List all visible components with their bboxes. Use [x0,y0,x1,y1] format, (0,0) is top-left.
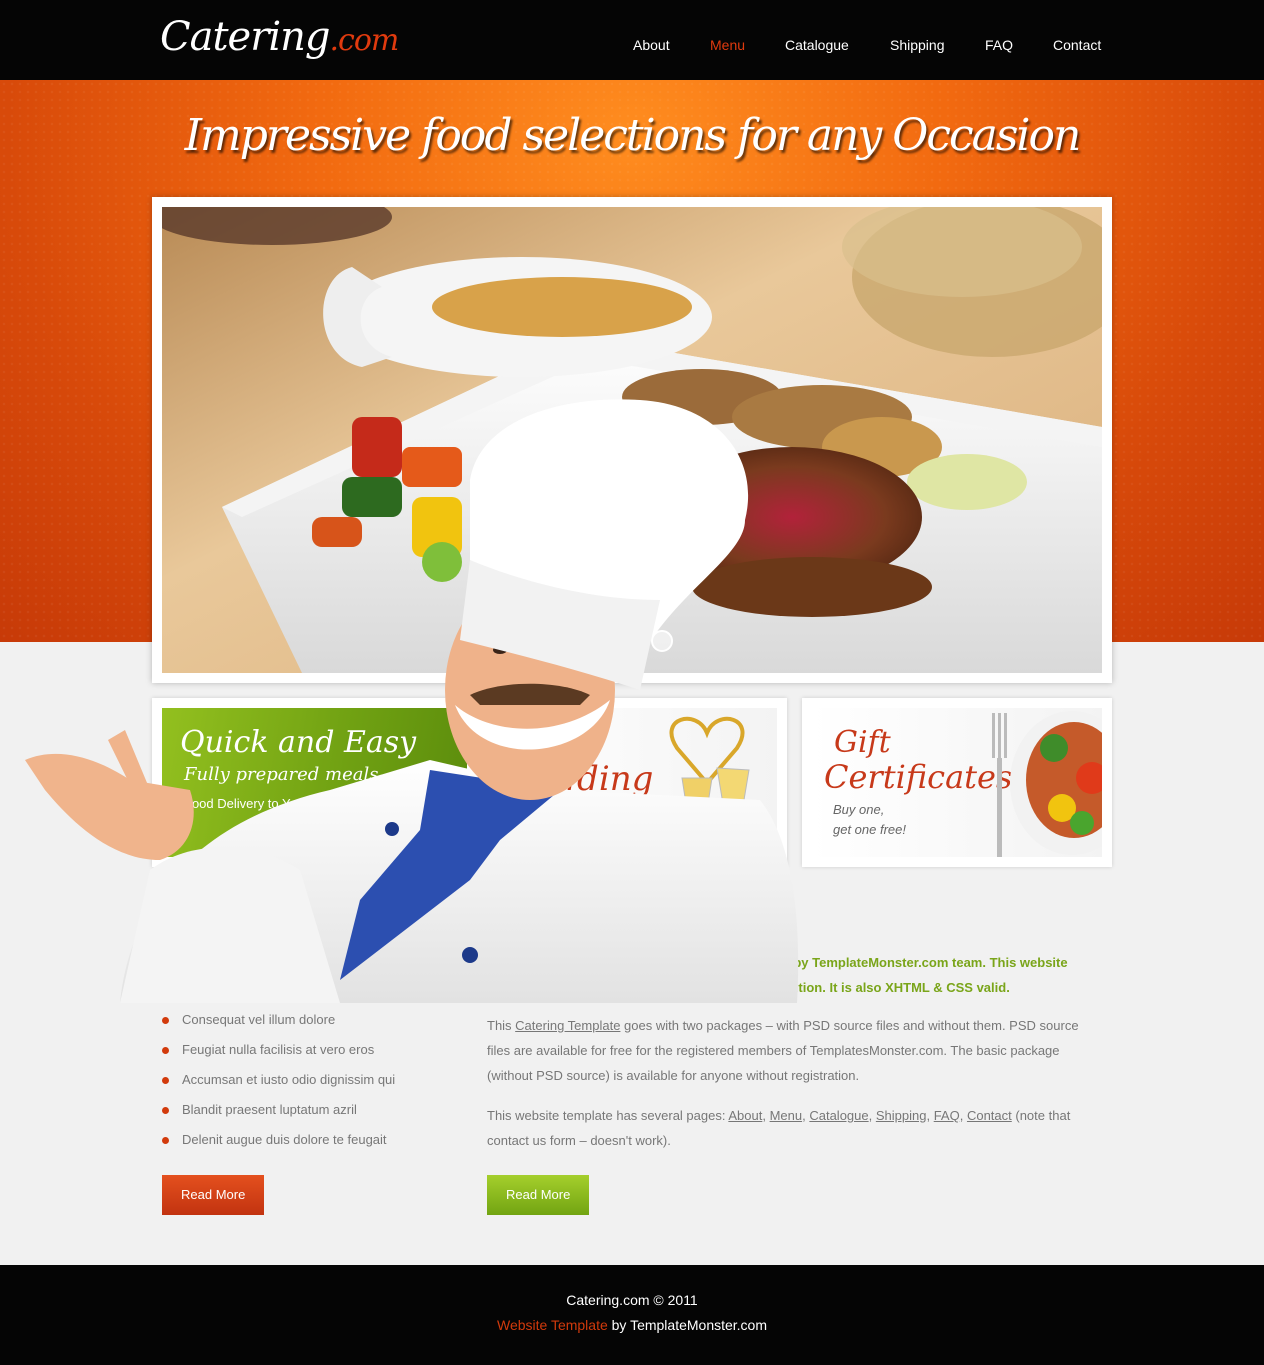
catalogue-link[interactable]: Catalogue [809,1108,868,1123]
banner-gift-bg: Gift Certificates Buy one, get one free! [812,708,1102,857]
banner-gift-certificates[interactable]: Gift Certificates Buy one, get one free! [802,698,1112,867]
free-templates-link[interactable]: free website templates [600,955,739,970]
about-read-more-button[interactable]: Read More [487,1175,590,1215]
main-nav: About Menu Catalogue Shipping FAQ Contac… [0,37,1264,57]
slogan-text: Impressive food selections for any Occas… [184,110,1082,161]
banner-wedding-title-1: Book [507,727,584,762]
services-read-more-button[interactable]: Read More [162,1175,265,1215]
banner-quick-bg: Quick and Easy Fully prepared meals Food… [162,708,467,857]
banner-gift-text-1: Buy one, [833,802,885,817]
list-item: Hendrerit in vulputate velit esse molest… [162,980,452,1010]
services-heading: Our Services [162,904,290,929]
shipping-link[interactable]: Shipping [876,1108,927,1123]
banner-wedding-bg: Book Wedding And get a bottle of champag… [487,708,777,857]
banner-book-wedding[interactable]: Book Wedding And get a bottle of champag… [477,698,787,867]
faq-link[interactable]: FAQ [934,1108,960,1123]
food-plate-illustration [162,207,1102,673]
banner-quick-subtitle: Fully prepared meals [184,764,379,785]
banner-wedding-title-2: Wedding [503,759,654,799]
footer-copyright: Catering.com © 2011 [566,1292,698,1308]
nav-contact[interactable]: Contact [1053,37,1101,53]
banner-quick-easy[interactable]: Quick and Easy Fully prepared meals Food… [152,698,477,867]
nav-about[interactable]: About [633,37,670,53]
image-slider [152,197,1112,683]
banner-wedding-text-1: And get a bottle of [508,802,614,817]
champagne-glasses-icon [669,716,750,854]
slide-image [162,207,1102,673]
about-heading: About the Catering [487,904,671,929]
list-item: Accumsan et iusto odio dignissim qui [162,1070,452,1100]
list-item: Delenit augue duis dolore te feugait [162,1130,452,1160]
banner-quick-title: Quick and Easy [180,725,417,760]
site-header: Catering.com About Menu Catalogue Shippi… [0,0,1264,80]
about-lead: Catering is one of free website template… [487,955,1068,995]
about-paragraph-1: This Catering Template goes with two pac… [487,1018,1079,1083]
services-list: Duis autem vel eum iriure dolor Hendreri… [162,950,452,1160]
list-item: Duis autem vel eum iriure dolor [162,950,452,980]
nav-catalogue[interactable]: Catalogue [785,37,849,53]
contact-link[interactable]: Contact [967,1108,1012,1123]
nav-shipping[interactable]: Shipping [890,37,945,53]
slider-pager-dot[interactable] [651,630,673,652]
about-link[interactable]: About [728,1108,762,1123]
list-item: Consequat vel illum dolore [162,1010,452,1040]
site-footer: Catering.com © 2011 Website Template by … [0,1265,1264,1365]
banner-gift-text-2: get one free! [833,822,906,837]
list-item: Blandit praesent luptatum azril [162,1100,452,1130]
hero-slogan: Impressive food selections for any Occas… [0,110,1264,161]
catering-template-link[interactable]: Catering Template [515,1018,620,1033]
footer-credits: Website Template by TemplateMonster.com [496,1317,768,1333]
menu-link[interactable]: Menu [770,1108,803,1123]
website-template-link[interactable]: Website Template [497,1317,608,1333]
nav-faq[interactable]: FAQ [985,37,1013,53]
banner-gift-title-1: Gift [834,725,891,760]
list-item: Feugiat nulla facilisis at vero eros [162,1040,452,1070]
about-paragraph-2: This website template has several pages:… [487,1108,1071,1148]
banner-quick-text: Food Delivery to Your Door [184,796,341,811]
nav-menu[interactable]: Menu [710,37,745,53]
salad-fork-icon [992,711,1102,857]
